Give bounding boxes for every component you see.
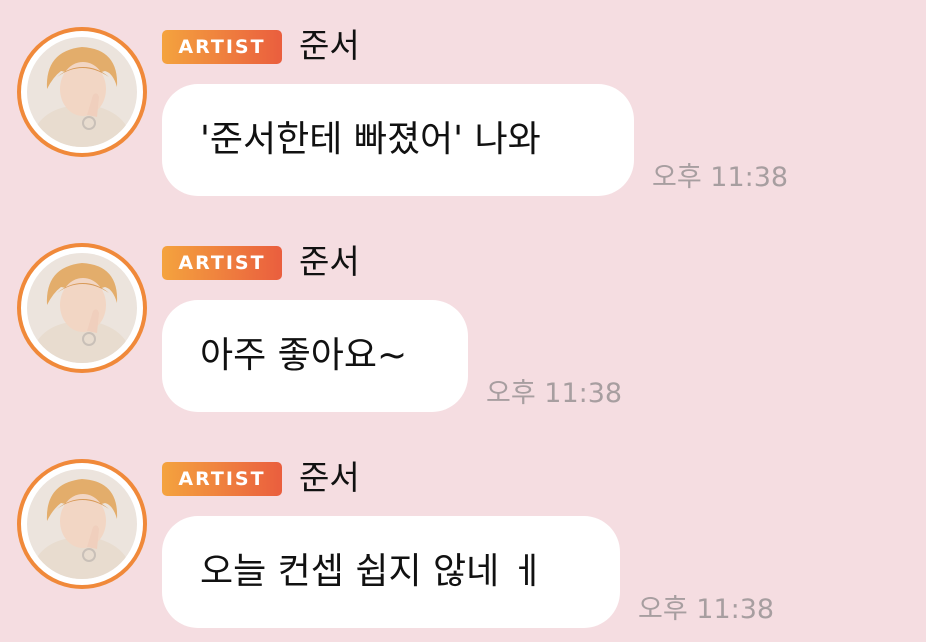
- sender-name[interactable]: 준서: [299, 456, 360, 500]
- message-bubble[interactable]: 오늘 컨셉 쉽지 않네 ㅔ: [162, 516, 620, 628]
- message-bubble[interactable]: 아주 좋아요~: [162, 300, 468, 412]
- profile-photo-svg: [27, 253, 137, 363]
- avatar[interactable]: [17, 459, 147, 589]
- chat-message: ARTIST 준서 오늘 컨셉 쉽지 않네 ㅔ 오후 11:38: [0, 432, 926, 642]
- profile-photo-svg: [27, 469, 137, 579]
- profile-photo-icon: [27, 253, 137, 363]
- profile-photo-svg: [27, 37, 137, 147]
- chat-message: ARTIST 준서 아주 좋아요~ 오후 11:38: [0, 216, 926, 426]
- artist-badge: ARTIST: [162, 246, 282, 280]
- profile-photo-icon: [27, 469, 137, 579]
- chat-message-list[interactable]: ARTIST 준서 '준서한테 빠졌어' 나와 오후 11:38 ARTIST …: [0, 0, 926, 642]
- sender-name[interactable]: 준서: [299, 240, 360, 284]
- avatar[interactable]: [17, 243, 147, 373]
- artist-badge: ARTIST: [162, 30, 282, 64]
- artist-badge: ARTIST: [162, 462, 282, 496]
- message-timestamp: 오후 11:38: [638, 594, 775, 625]
- message-timestamp: 오후 11:38: [652, 162, 789, 193]
- sender-name[interactable]: 준서: [299, 24, 360, 68]
- profile-photo-icon: [27, 37, 137, 147]
- message-bubble[interactable]: '준서한테 빠졌어' 나와: [162, 84, 634, 196]
- chat-message: ARTIST 준서 '준서한테 빠졌어' 나와 오후 11:38: [0, 0, 926, 210]
- message-timestamp: 오후 11:38: [486, 378, 623, 409]
- avatar[interactable]: [17, 27, 147, 157]
